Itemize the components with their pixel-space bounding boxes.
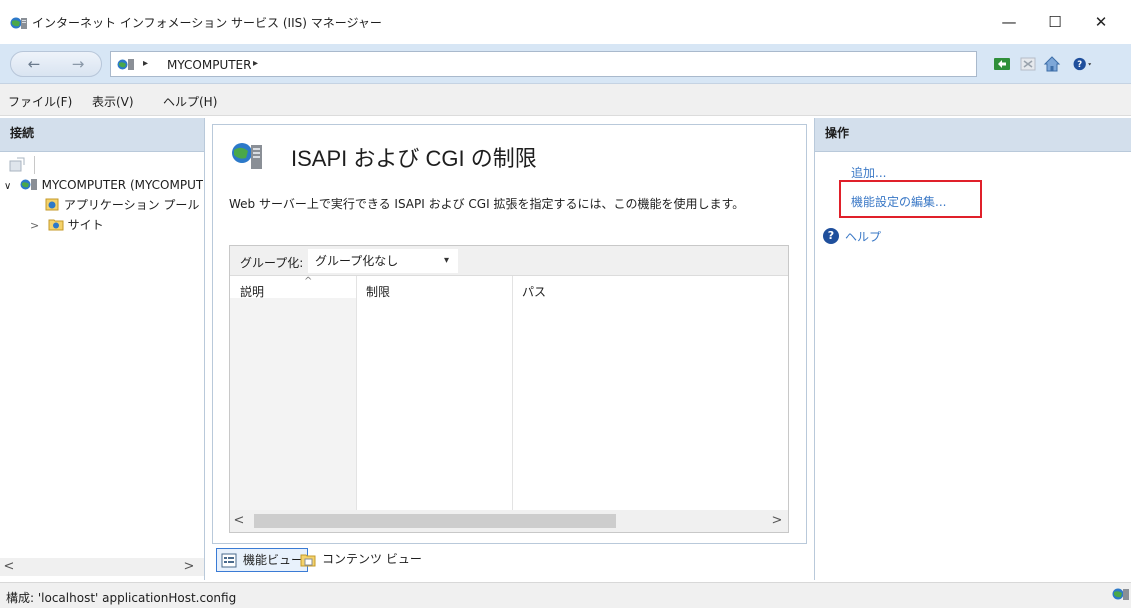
svg-text:?: ? xyxy=(1077,59,1082,69)
sort-ascending-icon: ^ xyxy=(304,276,313,287)
actions-pane: 操作 追加... 機能設定の編集... ? ヘルプ xyxy=(814,118,1131,580)
tree-label-sites: サイト xyxy=(67,218,104,232)
server-icon xyxy=(20,179,37,190)
column-header-path[interactable]: パス xyxy=(512,276,788,299)
back-button[interactable]: ← xyxy=(13,52,55,76)
tree-node-sites[interactable]: > サイト xyxy=(30,216,203,234)
actions-header: 操作 xyxy=(815,118,1131,152)
status-text: 構成: 'localhost' applicationHost.config xyxy=(6,591,237,605)
tree-label-server: MYCOMPUTER (MYCOMPUTER\) xyxy=(41,178,203,192)
column-header-restriction[interactable]: 制限 xyxy=(356,276,512,299)
column-header-description[interactable]: 説明 xyxy=(230,276,356,299)
scroll-left-button[interactable]: < xyxy=(230,512,248,530)
scroll-left-button[interactable]: < xyxy=(0,558,18,576)
features-view-icon xyxy=(221,553,237,568)
tree-node-server[interactable]: ∨ MYCOMPUTER (MYCOMPUTER\) xyxy=(4,176,203,194)
column-divider xyxy=(512,276,513,510)
feature-pane: ISAPI および CGI の制限 Web サーバー上で実行できる ISAPI … xyxy=(212,124,807,544)
tree-expander[interactable]: > xyxy=(30,217,44,234)
address-field[interactable]: ▸ MYCOMPUTER ▸ xyxy=(110,51,977,77)
title-bar: インターネット インフォメーション サービス (IIS) マネージャー — ☐ … xyxy=(0,0,1131,44)
server-icon xyxy=(117,59,134,70)
connections-toolbar xyxy=(0,152,204,178)
new-connection-icon[interactable] xyxy=(8,156,26,174)
server-status-icon xyxy=(1112,588,1129,600)
maximize-button[interactable]: ☐ xyxy=(1032,8,1078,36)
toolbar-divider xyxy=(34,156,35,174)
group-by-bar: グループ化: グループ化なし ▾ xyxy=(230,246,788,276)
restrictions-list: グループ化: グループ化なし ▾ 説明 ^ 制限 パス < > xyxy=(229,245,789,533)
tab-features-label: 機能ビュー xyxy=(243,553,304,567)
help-dropdown-icon[interactable]: ? xyxy=(1072,54,1092,74)
scroll-thumb[interactable] xyxy=(254,514,616,528)
sorted-column-shade xyxy=(230,298,356,510)
column-divider xyxy=(356,276,357,510)
action-edit-feature-settings-link[interactable]: 機能設定の編集... xyxy=(851,193,946,210)
breadcrumb-separator: ▸ xyxy=(143,58,149,69)
nav-buttons: ← → xyxy=(10,51,102,77)
address-bar: ← → ▸ MYCOMPUTER ▸ ? xyxy=(0,44,1131,84)
isapi-cgi-feature-icon xyxy=(232,143,262,169)
menu-file[interactable]: ファイル(F) xyxy=(8,93,72,110)
window-title: インターネット インフォメーション サービス (IIS) マネージャー xyxy=(32,16,382,30)
stop-icon[interactable] xyxy=(1018,54,1038,74)
list-hscrollbar[interactable]: < > xyxy=(230,510,788,532)
close-button[interactable]: ✕ xyxy=(1078,8,1124,36)
connections-pane: 接続 ∨ MYCOMPUTER (MYCOMPUTER\) アプリケーション プ… xyxy=(0,118,205,580)
menu-view[interactable]: 表示(V) xyxy=(92,93,134,110)
tab-features-view[interactable]: 機能ビュー xyxy=(216,548,309,572)
scroll-right-button[interactable]: > xyxy=(768,512,786,530)
iis-app-icon xyxy=(10,17,27,29)
dropdown-caret-icon: ▾ xyxy=(443,255,449,266)
app-pool-icon xyxy=(45,198,59,211)
group-by-dropdown[interactable]: グループ化なし ▾ xyxy=(308,249,458,273)
forward-button[interactable]: → xyxy=(57,52,99,76)
group-by-label: グループ化: xyxy=(240,256,304,270)
tab-content-label: コンテンツ ビュー xyxy=(322,552,422,566)
help-icon: ? xyxy=(823,228,839,244)
sites-folder-icon xyxy=(48,219,64,231)
tab-content-view[interactable]: コンテンツ ビュー xyxy=(296,548,426,572)
tree-label-app-pools: アプリケーション プール xyxy=(63,198,200,212)
group-by-value: グループ化なし xyxy=(315,254,399,268)
breadcrumb-separator[interactable]: ▸ xyxy=(253,55,258,73)
scroll-right-button[interactable]: > xyxy=(180,558,198,576)
tree-expander[interactable]: ∨ xyxy=(4,178,16,194)
page-title: ISAPI および CGI の制限 xyxy=(291,146,537,171)
menu-bar: ファイル(F) 表示(V) ヘルプ(H) xyxy=(0,84,1131,116)
connections-header: 接続 xyxy=(0,118,204,152)
status-bar: 構成: 'localhost' applicationHost.config xyxy=(0,582,1131,608)
home-icon[interactable] xyxy=(1042,54,1062,74)
connections-hscrollbar[interactable]: < > xyxy=(0,558,204,576)
breadcrumb-mycomputer[interactable]: MYCOMPUTER xyxy=(167,56,251,74)
feature-description: Web サーバー上で実行できる ISAPI および CGI 拡張を指定するには、… xyxy=(229,197,745,211)
minimize-button[interactable]: — xyxy=(986,8,1032,36)
action-help-link[interactable]: ヘルプ xyxy=(845,228,881,245)
tree-node-app-pools[interactable]: アプリケーション プール xyxy=(44,196,203,214)
menu-help[interactable]: ヘルプ(H) xyxy=(163,93,217,110)
content-view-icon xyxy=(300,554,316,567)
connect-icon[interactable] xyxy=(992,54,1012,74)
action-add-link[interactable]: 追加... xyxy=(851,164,886,181)
